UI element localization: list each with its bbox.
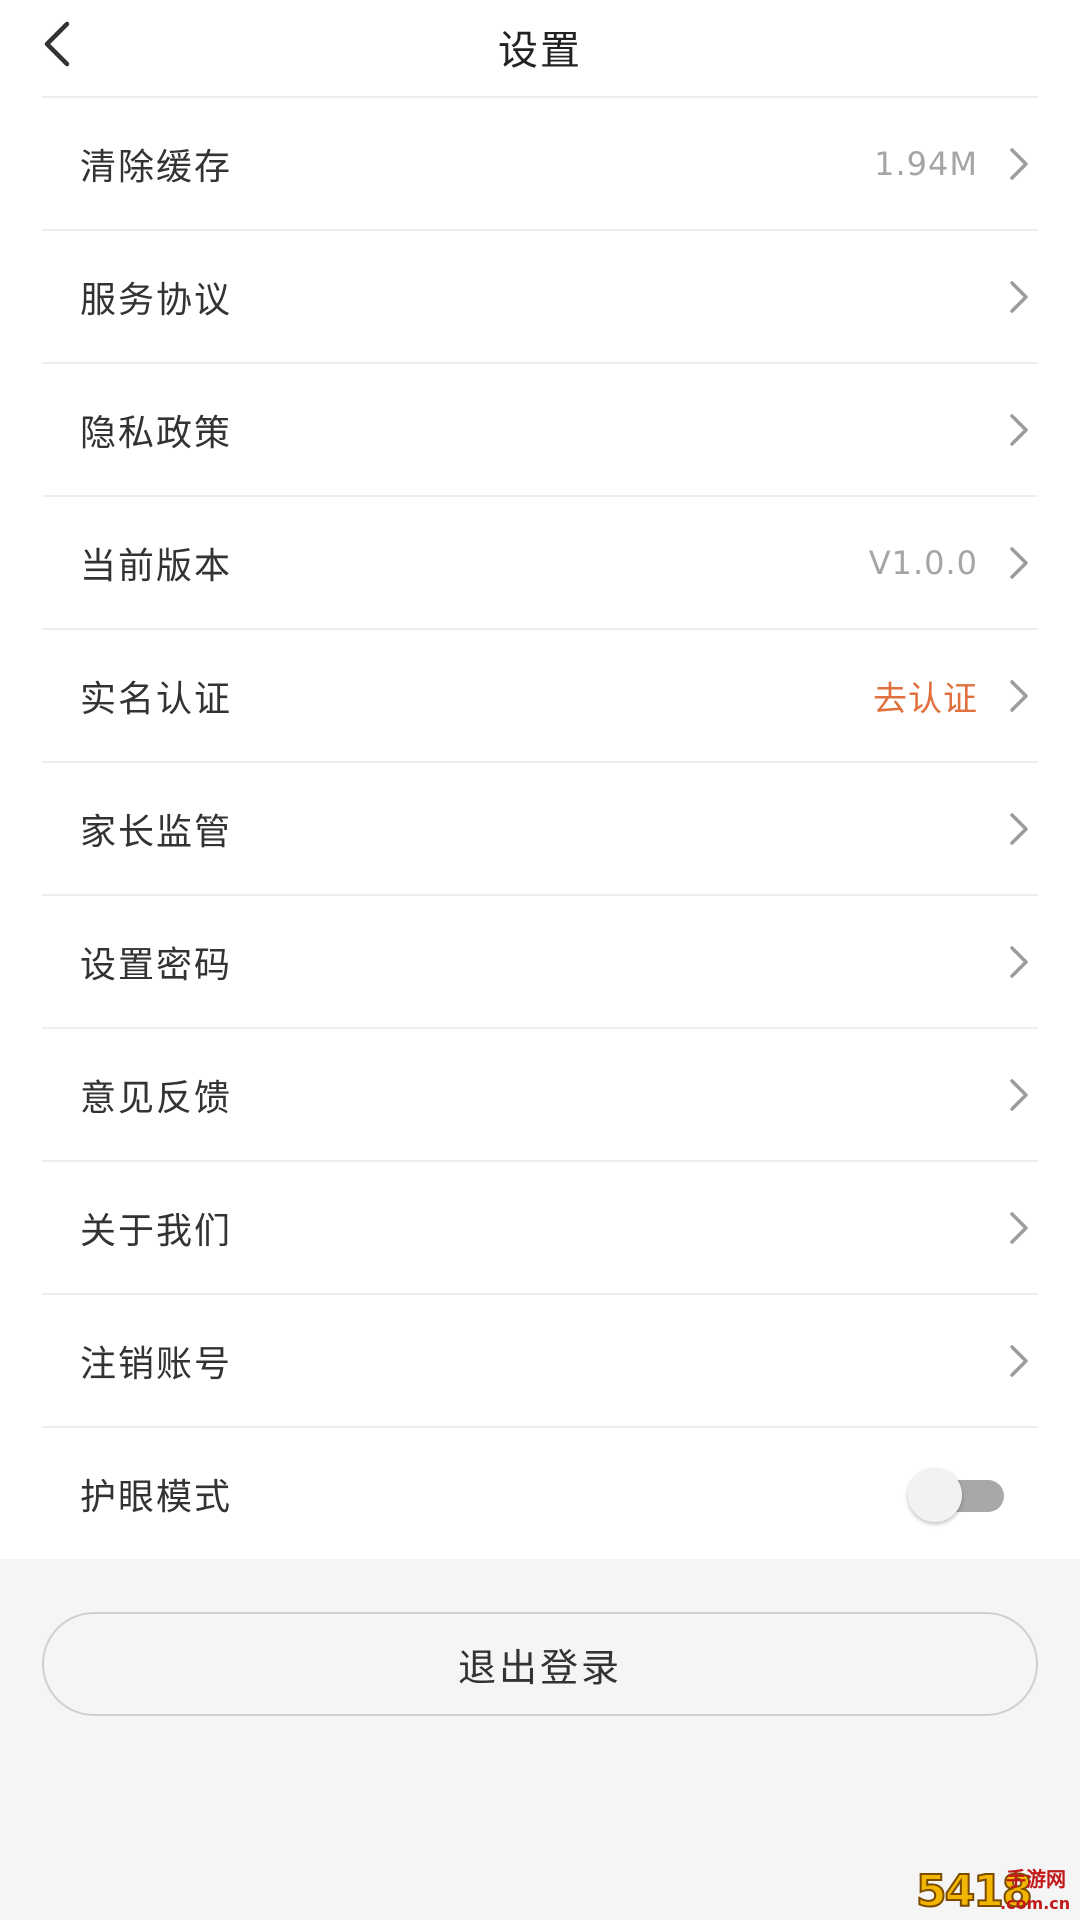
chevron-right-icon (1010, 546, 1028, 579)
watermark-domain: .com.cn (1000, 1894, 1071, 1913)
setting-real-name-verification[interactable]: 实名认证 去认证 (42, 628, 1038, 761)
toggle-thumb (908, 1467, 962, 1522)
setting-label: 清除缓存 (80, 146, 233, 188)
settings-list: 清除缓存 1.94M 服务协议 隐私政策 当前版本 V1.0.0 实名认证 去认… (0, 96, 1080, 1559)
setting-label: 设置密码 (80, 944, 233, 986)
setting-clear-cache[interactable]: 清除缓存 1.94M (42, 96, 1038, 229)
setting-set-password[interactable]: 设置密码 (42, 894, 1038, 1027)
setting-service-agreement[interactable]: 服务协议 (42, 229, 1038, 362)
setting-label: 护眼模式 (80, 1476, 233, 1518)
page-title: 设置 (498, 28, 582, 74)
setting-about-us[interactable]: 关于我们 (42, 1160, 1038, 1293)
chevron-right-icon (1010, 812, 1028, 845)
cache-size-value: 1.94M (874, 144, 978, 183)
chevron-right-icon (1010, 1078, 1028, 1111)
chevron-right-icon (1010, 945, 1028, 978)
chevron-right-icon (1010, 280, 1028, 313)
setting-label: 家长监管 (80, 811, 233, 853)
verify-status-link: 去认证 (873, 679, 978, 719)
chevron-right-icon (1010, 147, 1028, 180)
setting-label: 实名认证 (80, 678, 233, 720)
watermark-logo: 5418 手游网 .com.cn (915, 1865, 1076, 1920)
setting-label: 注销账号 (80, 1343, 233, 1385)
eye-mode-toggle[interactable] (908, 1467, 1004, 1522)
chevron-right-icon (1010, 1344, 1028, 1377)
setting-privacy-policy[interactable]: 隐私政策 (42, 362, 1038, 495)
setting-label: 意见反馈 (80, 1077, 233, 1119)
logout-button[interactable]: 退出登录 (42, 1612, 1038, 1716)
chevron-right-icon (1010, 413, 1028, 446)
setting-label: 服务协议 (80, 279, 233, 321)
setting-feedback[interactable]: 意见反馈 (42, 1027, 1038, 1160)
chevron-right-icon (1010, 1211, 1028, 1244)
setting-label: 隐私政策 (80, 412, 233, 454)
version-value: V1.0.0 (868, 543, 978, 582)
setting-label: 当前版本 (80, 545, 233, 587)
setting-label: 关于我们 (80, 1210, 233, 1252)
top-bar: 设置 (0, 0, 1080, 96)
setting-delete-account[interactable]: 注销账号 (42, 1293, 1038, 1426)
setting-current-version[interactable]: 当前版本 V1.0.0 (42, 495, 1038, 628)
setting-eye-protection-mode: 护眼模式 (42, 1426, 1038, 1559)
watermark-text: 手游网 (1006, 1867, 1066, 1891)
settings-screen: 设置 清除缓存 1.94M 服务协议 隐私政策 当前版本 V1.0.0 实名认证… (0, 0, 1080, 1920)
chevron-right-icon (1010, 679, 1028, 712)
setting-parental-control[interactable]: 家长监管 (42, 761, 1038, 894)
